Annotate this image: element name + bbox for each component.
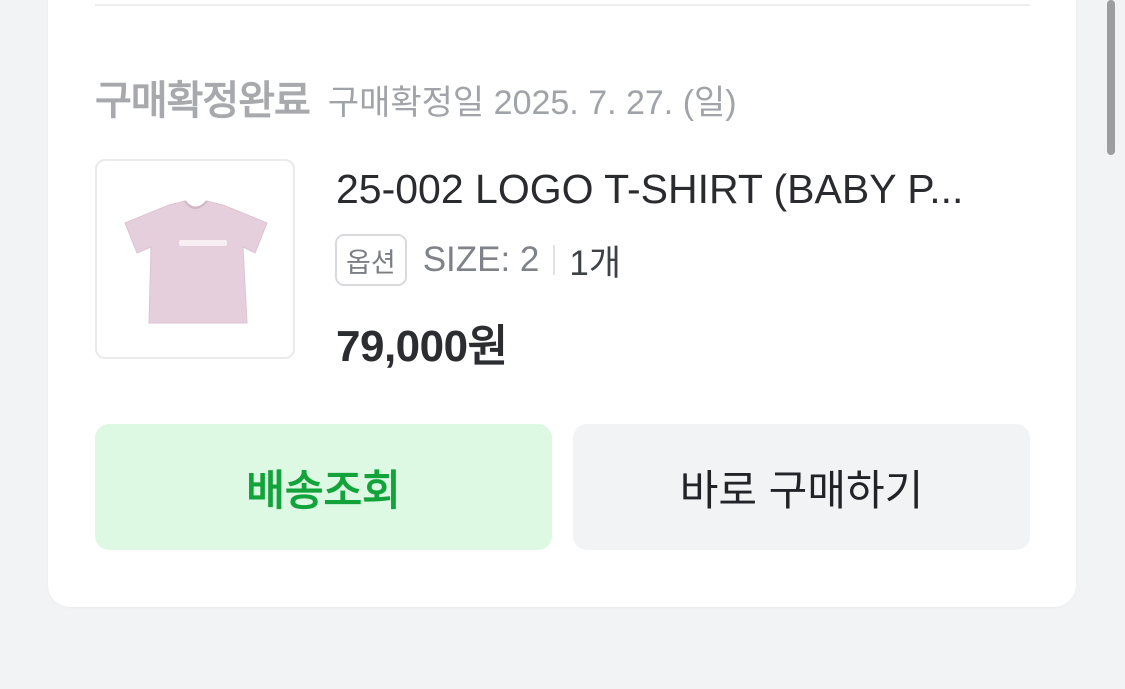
option-row: 옵션 SIZE: 2 1개: [335, 234, 621, 286]
track-delivery-label: 배송조회: [246, 466, 401, 514]
scrollbar[interactable]: [1107, 0, 1115, 155]
tshirt-icon: [124, 200, 268, 324]
order-status-row: 구매확정완료 구매확정일 2025. 7. 27. (일): [95, 68, 737, 126]
option-chip: 옵션: [335, 234, 407, 286]
product-thumbnail[interactable]: [95, 159, 295, 359]
option-size: SIZE: 2: [422, 240, 540, 279]
product-name[interactable]: 25-002 LOGO T-SHIRT (BABY P...: [336, 166, 1036, 213]
divider: [95, 4, 1030, 6]
confirm-date: 구매확정일 2025. 7. 27. (일): [327, 84, 737, 122]
buy-again-label: 바로 구매하기: [679, 466, 924, 514]
order-status: 구매확정완료: [95, 79, 311, 123]
buy-again-button[interactable]: 바로 구매하기: [573, 424, 1030, 550]
option-quantity: 1개: [569, 243, 622, 283]
track-delivery-button[interactable]: 배송조회: [95, 424, 552, 550]
option-separator: [553, 245, 556, 275]
product-price: 79,000원: [336, 322, 508, 371]
